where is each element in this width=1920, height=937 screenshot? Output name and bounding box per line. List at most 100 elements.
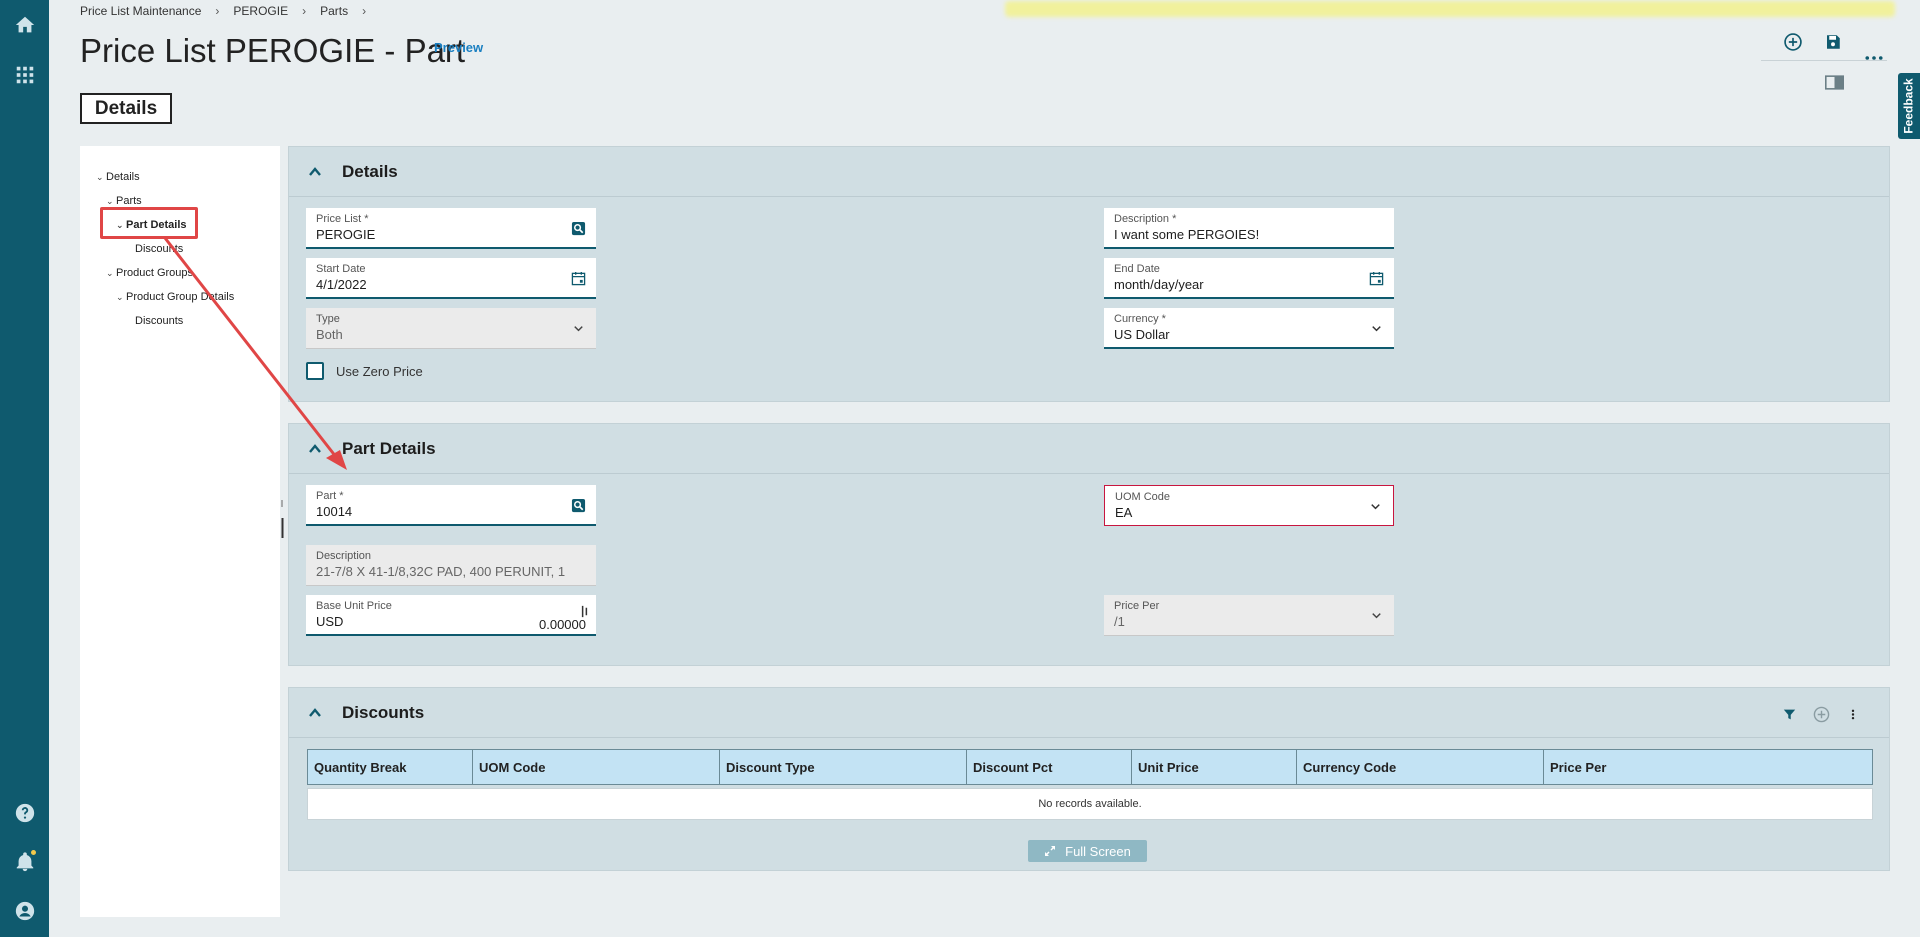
- more-horizontal-icon[interactable]: [1862, 50, 1886, 66]
- left-nav-rail: [0, 0, 49, 937]
- breadcrumb: Price List Maintenance › PEROGIE › Parts…: [80, 4, 380, 18]
- column-header-discount-pct[interactable]: Discount Pct: [967, 750, 1132, 784]
- section-header[interactable]: Discounts: [289, 688, 1889, 738]
- field-label: UOM Code: [1115, 491, 1171, 503]
- home-icon[interactable]: [12, 12, 37, 37]
- field-value: US Dollar: [1114, 327, 1170, 342]
- details-section: Details Price List * PEROGIE Description…: [288, 146, 1890, 402]
- breadcrumb-separator: ›: [215, 4, 220, 18]
- tree-panel: [80, 146, 280, 917]
- add-circle-icon[interactable]: [1782, 31, 1804, 53]
- breadcrumb-separator: ›: [362, 4, 367, 18]
- text-cursor-icon: [576, 603, 592, 619]
- chevron-down-icon: [1368, 607, 1384, 623]
- calendar-icon[interactable]: [1368, 270, 1384, 286]
- field-value: I want some PERGOIES!: [1114, 227, 1260, 242]
- chevron-down-icon[interactable]: [1367, 498, 1383, 514]
- part-details-section: Part Details Part * 10014 UOM Code EA De…: [288, 423, 1890, 666]
- filter-icon[interactable]: [1780, 705, 1798, 723]
- chevron-down-icon: ⌄: [106, 195, 114, 206]
- field-label: Base Unit Price: [316, 600, 392, 612]
- column-header-price-per[interactable]: Price Per: [1544, 750, 1872, 784]
- price-per-select: Price Per /1: [1104, 595, 1394, 636]
- column-header-unit-price[interactable]: Unit Price: [1132, 750, 1297, 784]
- full-screen-button[interactable]: Full Screen: [1028, 840, 1147, 862]
- preview-link[interactable]: Preview: [434, 40, 483, 55]
- column-header-uom-code[interactable]: UOM Code: [473, 750, 720, 784]
- field-value: month/day/year: [1114, 277, 1204, 292]
- feedback-label: Feedback: [1902, 78, 1917, 134]
- discounts-section: Discounts Quantity Break UOM Code Discou…: [288, 687, 1890, 871]
- tree-item-part-discounts[interactable]: Discounts: [135, 243, 183, 255]
- panel-toggle-icon[interactable]: [1823, 73, 1845, 91]
- section-title: Part Details: [342, 438, 436, 458]
- bell-icon[interactable]: [12, 849, 37, 874]
- feedback-tab[interactable]: Feedback: [1898, 73, 1920, 139]
- price-list-field[interactable]: Price List * PEROGIE: [306, 208, 596, 249]
- end-date-field[interactable]: End Date month/day/year: [1104, 258, 1394, 299]
- help-icon[interactable]: [12, 800, 37, 825]
- apps-grid-icon[interactable]: [12, 62, 37, 87]
- field-label: Description *: [1114, 213, 1177, 225]
- page-title: Price List PEROGIE - Part: [80, 32, 466, 69]
- description-field[interactable]: Description * I want some PERGOIES!: [1104, 208, 1394, 249]
- uom-code-select[interactable]: UOM Code EA: [1104, 485, 1394, 526]
- field-label: Description: [316, 550, 372, 562]
- annotation-highlight-box: [100, 207, 198, 239]
- field-value: 10014: [316, 504, 353, 519]
- checkbox-label: Use Zero Price: [336, 363, 423, 379]
- field-label: Price Per: [1114, 600, 1160, 612]
- chevron-up-icon[interactable]: [307, 441, 323, 457]
- column-header-quantity-break[interactable]: Quantity Break: [308, 750, 473, 784]
- currency-select[interactable]: Currency * US Dollar: [1104, 308, 1394, 349]
- user-icon[interactable]: [12, 898, 37, 923]
- section-title: Discounts: [342, 702, 425, 722]
- chevron-down-icon[interactable]: [1368, 320, 1384, 336]
- column-header-discount-type[interactable]: Discount Type: [720, 750, 967, 784]
- field-label: Type: [316, 313, 340, 325]
- field-value: PEROGIE: [316, 227, 376, 242]
- chevron-up-icon[interactable]: [307, 164, 323, 180]
- tree-item-details[interactable]: ⌄ Details: [96, 171, 140, 183]
- start-date-field[interactable]: Start Date 4/1/2022: [306, 258, 596, 299]
- field-value: 4/1/2022: [316, 277, 367, 292]
- more-vertical-icon[interactable]: [1844, 705, 1862, 723]
- tab-details[interactable]: Details: [80, 93, 172, 124]
- chevron-down-icon: ⌄: [96, 171, 104, 182]
- field-label: End Date: [1114, 263, 1160, 275]
- breadcrumb-item[interactable]: Price List Maintenance: [80, 4, 201, 18]
- redacted-banner: [1005, 1, 1895, 17]
- lookup-search-icon[interactable]: [570, 220, 586, 236]
- base-unit-price-field[interactable]: Base Unit Price USD 0.00000: [306, 595, 596, 636]
- field-value: Both: [316, 327, 343, 342]
- field-label: Start Date: [316, 263, 366, 275]
- calendar-icon[interactable]: [570, 270, 586, 286]
- panel-resize-handle[interactable]: [281, 500, 284, 538]
- full-screen-label: Full Screen: [1065, 843, 1131, 859]
- use-zero-price-row[interactable]: Use Zero Price: [306, 362, 423, 380]
- notification-badge: [31, 850, 36, 855]
- tree-item-product-groups[interactable]: ⌄ Product Groups: [106, 267, 193, 279]
- type-select: Type Both: [306, 308, 596, 349]
- column-header-currency-code[interactable]: Currency Code: [1297, 750, 1544, 784]
- expand-icon: [1045, 846, 1056, 856]
- chevron-up-icon[interactable]: [307, 705, 323, 721]
- section-header[interactable]: Part Details: [289, 424, 1889, 474]
- field-label: Currency *: [1114, 313, 1166, 325]
- breadcrumb-item[interactable]: PEROGIE: [233, 4, 288, 18]
- field-value: EA: [1115, 505, 1133, 520]
- breadcrumb-item[interactable]: Parts: [320, 4, 348, 18]
- part-field[interactable]: Part * 10014: [306, 485, 596, 526]
- field-label: Part *: [316, 490, 344, 502]
- lookup-search-icon[interactable]: [570, 497, 586, 513]
- section-header[interactable]: Details: [289, 147, 1889, 197]
- tree-item-product-group-details[interactable]: ⌄ Product Group Details: [116, 291, 234, 303]
- use-zero-price-checkbox[interactable]: [306, 362, 324, 380]
- chevron-down-icon: ⌄: [116, 291, 124, 302]
- part-description-field: Description 21-7/8 X 41-1/8,32C PAD, 400…: [306, 545, 596, 586]
- save-icon[interactable]: [1822, 31, 1844, 53]
- tree-item-group-discounts[interactable]: Discounts: [135, 315, 183, 327]
- tree-item-parts[interactable]: ⌄ Parts: [106, 195, 142, 207]
- discounts-grid: Quantity Break UOM Code Discount Type Di…: [307, 749, 1873, 820]
- add-circle-icon[interactable]: [1812, 705, 1830, 723]
